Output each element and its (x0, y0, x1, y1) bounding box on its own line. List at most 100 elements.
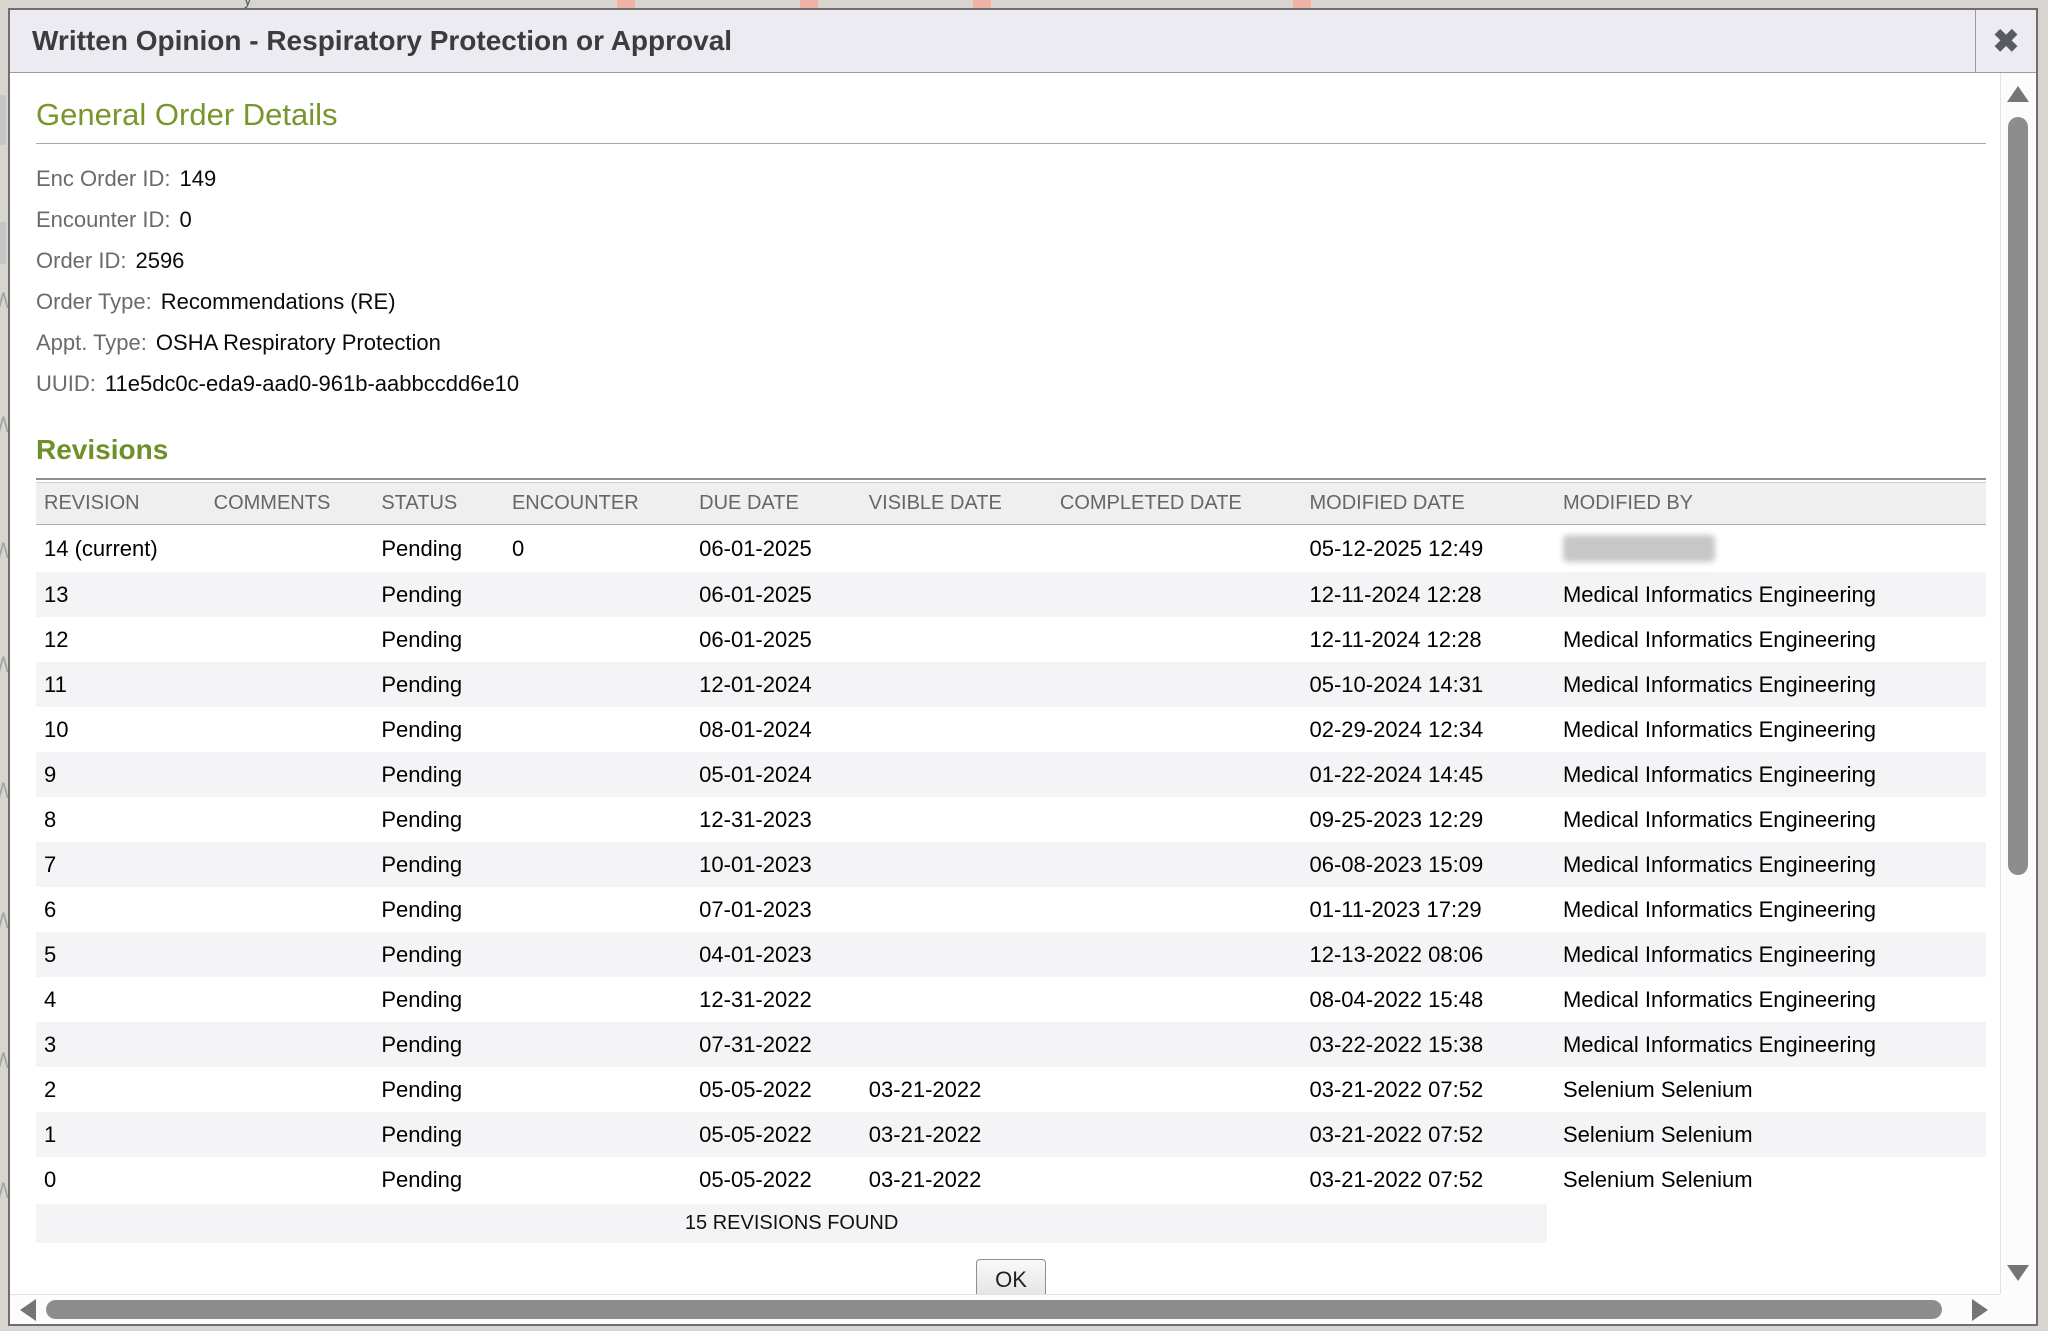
modified-by-cell: Medical Informatics Engineering (1555, 797, 1986, 842)
revision-row: 3Pending07-31-202203-22-2022 15:38Medica… (36, 1022, 1986, 1067)
close-icon: ✖ (1993, 22, 2020, 60)
detail-value: 0 (180, 207, 192, 233)
revision-cell (1052, 617, 1302, 662)
revision-cell (206, 977, 374, 1022)
revision-cell (206, 752, 374, 797)
revision-cell: 05-05-2022 (691, 1157, 861, 1202)
background-artifact (0, 222, 6, 264)
revision-cell: 3 (36, 1022, 206, 1067)
modified-by-cell (1555, 525, 1986, 573)
modified-by-cell: Medical Informatics Engineering (1555, 977, 1986, 1022)
revision-cell: 03-21-2022 07:52 (1301, 1157, 1555, 1202)
revision-cell: 0 (36, 1157, 206, 1202)
ok-button[interactable]: OK (976, 1259, 1046, 1294)
revision-cell (206, 617, 374, 662)
revision-cell: 12-31-2022 (691, 977, 861, 1022)
detail-label: UUID: (36, 371, 96, 397)
modified-by-cell: Medical Informatics Engineering (1555, 752, 1986, 797)
column-header: ENCOUNTER (504, 483, 691, 525)
revision-cell (504, 572, 691, 617)
revision-cell: 11 (36, 662, 206, 707)
revision-cell: 7 (36, 842, 206, 887)
revision-cell: 13 (36, 572, 206, 617)
column-header: COMMENTS (206, 483, 374, 525)
revision-cell: Pending (373, 1022, 504, 1067)
revision-cell (504, 842, 691, 887)
revision-cell: Pending (373, 752, 504, 797)
revision-cell (206, 1112, 374, 1157)
revision-row: 8Pending12-31-202309-25-2023 12:29Medica… (36, 797, 1986, 842)
revision-cell (206, 572, 374, 617)
scroll-right-arrow-icon[interactable] (1972, 1299, 1988, 1321)
vertical-scrollbar-thumb[interactable] (2008, 117, 2028, 875)
scroll-down-arrow-icon[interactable] (2007, 1265, 2029, 1281)
revision-cell (504, 752, 691, 797)
revision-cell (861, 572, 1052, 617)
revision-cell (206, 1067, 374, 1112)
revision-cell: Pending (373, 842, 504, 887)
modified-by-cell: Medical Informatics Engineering (1555, 572, 1986, 617)
revision-cell: 05-05-2022 (691, 1112, 861, 1157)
scroll-up-arrow-icon[interactable] (2007, 86, 2029, 102)
scrollbar-corner (2000, 1294, 2036, 1324)
detail-label: Order ID: (36, 248, 126, 274)
revision-cell: 03-22-2022 15:38 (1301, 1022, 1555, 1067)
revision-cell (1052, 752, 1302, 797)
revision-cell (1052, 887, 1302, 932)
revisions-count-footer: 15 REVISIONS FOUND (36, 1204, 1547, 1243)
revision-cell: 12-31-2023 (691, 797, 861, 842)
revision-row: 0Pending05-05-202203-21-202203-21-2022 0… (36, 1157, 1986, 1202)
revision-cell: Pending (373, 707, 504, 752)
revision-cell: Pending (373, 572, 504, 617)
revisions-header-row: REVISIONCOMMENTSSTATUSENCOUNTERDUE DATEV… (36, 483, 1986, 525)
revision-cell (206, 707, 374, 752)
revision-cell: 03-21-2022 (861, 1067, 1052, 1112)
modified-by-cell: Medical Informatics Engineering (1555, 887, 1986, 932)
horizontal-scrollbar-thumb[interactable] (46, 1300, 1942, 1319)
revision-cell: 03-21-2022 (861, 1112, 1052, 1157)
revision-cell (1052, 977, 1302, 1022)
modified-by-cell: Selenium Selenium (1555, 1157, 1986, 1202)
revision-cell (861, 842, 1052, 887)
revision-cell (206, 932, 374, 977)
detail-label: Appt. Type: (36, 330, 147, 356)
detail-value: 149 (179, 166, 216, 192)
revision-cell (861, 752, 1052, 797)
revision-cell: 09-25-2023 12:29 (1301, 797, 1555, 842)
written-opinion-dialog: Written Opinion - Respiratory Protection… (8, 8, 2038, 1326)
revision-cell: 01-22-2024 14:45 (1301, 752, 1555, 797)
revision-cell: 05-05-2022 (691, 1067, 861, 1112)
revision-cell: 9 (36, 752, 206, 797)
revisions-table: REVISIONCOMMENTSSTATUSENCOUNTERDUE DATEV… (36, 482, 1986, 1202)
revision-cell: 5 (36, 932, 206, 977)
close-button[interactable]: ✖ (1975, 10, 2036, 72)
modified-by-cell: Medical Informatics Engineering (1555, 1022, 1986, 1067)
dialog-titlebar: Written Opinion - Respiratory Protection… (10, 10, 2036, 73)
revision-cell: 08-01-2024 (691, 707, 861, 752)
detail-field: Order Type:Recommendations (RE) (36, 281, 1986, 322)
revision-cell: 2 (36, 1067, 206, 1112)
detail-field: UUID:11e5dc0c-eda9-aad0-961b-aabbccdd6e1… (36, 363, 1986, 404)
revision-cell (504, 977, 691, 1022)
general-order-details-heading: General Order Details (36, 97, 1986, 144)
revision-row: 10Pending08-01-202402-29-2024 12:34Medic… (36, 707, 1986, 752)
revision-cell: Pending (373, 617, 504, 662)
revision-cell: Pending (373, 1157, 504, 1202)
horizontal-scrollbar[interactable] (10, 1294, 2000, 1324)
revision-cell (861, 662, 1052, 707)
revision-cell: 08-04-2022 15:48 (1301, 977, 1555, 1022)
revision-cell: 04-01-2023 (691, 932, 861, 977)
revision-cell: 07-01-2023 (691, 887, 861, 932)
scroll-left-arrow-icon[interactable] (20, 1299, 36, 1321)
revision-cell (861, 1022, 1052, 1067)
column-header: DUE DATE (691, 483, 861, 525)
modified-by-cell: Selenium Selenium (1555, 1067, 1986, 1112)
button-row: OK (36, 1259, 1986, 1294)
revision-cell: 1 (36, 1112, 206, 1157)
revision-cell: 02-29-2024 12:34 (1301, 707, 1555, 752)
column-header: STATUS (373, 483, 504, 525)
revision-cell (504, 887, 691, 932)
vertical-scrollbar[interactable] (2000, 73, 2036, 1294)
revision-cell (206, 797, 374, 842)
revision-cell (504, 1022, 691, 1067)
